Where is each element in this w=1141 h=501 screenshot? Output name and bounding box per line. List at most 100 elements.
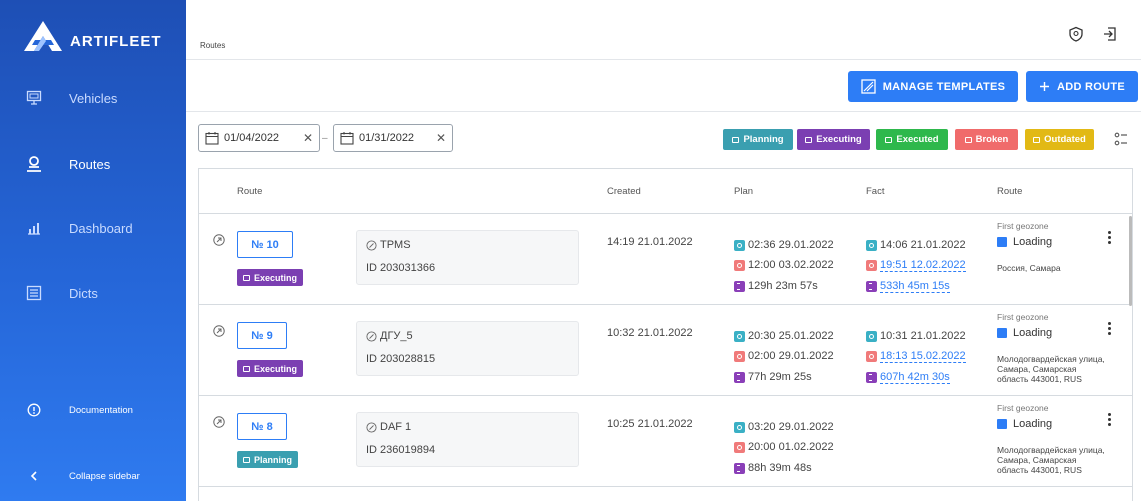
duration-icon [734,371,745,383]
duration-icon [866,281,877,292]
shield-icon[interactable] [1068,26,1084,42]
vehicle-name: DAF 1 [380,421,412,433]
geozone-address: Молодогвардейская улица, Самара, Самарск… [997,445,1105,475]
plus-icon [1039,81,1050,92]
vehicle-card[interactable]: TPMS ID 203031366 [356,230,579,285]
fact-end-link[interactable]: 19:51 12.02.2022 [866,259,966,272]
geozone-label: First geozone [997,221,1049,231]
column-header-plan[interactable]: Plan [734,186,753,197]
geozone-status: Loading [997,236,1052,248]
route-number-button[interactable]: № 10 [237,231,293,258]
vehicle-id: ID 203031366 [366,262,436,274]
column-header-created[interactable]: Created [607,186,641,197]
routes-icon [24,154,44,174]
end-time-icon [734,350,745,362]
duration-icon [866,372,877,383]
date-to-value: 01/31/2022 [359,132,415,144]
breadcrumb[interactable]: Routes [200,41,225,50]
geozone-status: Loading [997,418,1052,430]
route-direction-icon [213,416,225,428]
route-number-button[interactable]: № 9 [237,322,287,349]
table-row[interactable]: № 9 Executing ДГУ_5 ID 203028815 10:32 2… [199,305,1132,396]
date-to-field[interactable]: 01/31/2022 ✕ [333,124,453,152]
duration-icon [734,462,745,474]
manage-templates-button[interactable]: MANAGE TEMPLATES [848,71,1018,102]
sidebar-item-vehicles[interactable]: Vehicles [0,68,186,128]
documentation-label: Documentation [69,404,133,416]
documentation-link[interactable]: Documentation [0,380,186,440]
plan-end: 20:00 01.02.2022 [734,441,834,453]
plan-duration: 129h 23m 57s [734,280,818,292]
vehicle-card[interactable]: ДГУ_5 ID 203028815 [356,321,579,376]
status-icon [732,136,740,143]
more-options-icon[interactable] [1104,413,1114,429]
geozone-address: Молодогвардейская улица, Самара, Самарск… [997,354,1105,384]
status-square-icon [997,237,1007,247]
vehicle-icon [366,421,377,433]
sidebar-item-dicts[interactable]: Dicts [0,263,186,323]
fact-end-link[interactable]: 18:13 15.02.2022 [866,350,966,363]
more-options-icon[interactable] [1104,231,1114,247]
created-time: 10:32 21.01.2022 [607,327,693,339]
column-header-fact[interactable]: Fact [866,186,884,197]
clear-date-to-icon[interactable]: ✕ [436,131,446,145]
status-square-icon [997,419,1007,429]
status-badge: Planning [237,451,298,468]
column-header-route[interactable]: Route [237,186,262,197]
logo-text: ARTIFLEET [70,32,162,50]
table-row[interactable]: № 10 Executing TPMS ID 203031366 14:19 2… [199,214,1132,305]
filter-chip-broken[interactable]: Broken [955,129,1018,150]
vehicles-icon [24,88,44,108]
filter-chip-executed[interactable]: Executed [876,129,948,150]
column-settings-icon[interactable] [1113,131,1129,147]
vehicle-name: TPMS [380,239,411,251]
plan-start: 03:20 29.01.2022 [734,421,834,433]
app-logo[interactable]: ARTIFLEET [22,16,162,56]
geozone-address: Россия, Самара [997,263,1061,273]
plan-duration: 77h 29m 25s [734,371,812,383]
fact-duration-link[interactable]: 607h 42m 30s [866,371,950,384]
add-route-button[interactable]: ADD ROUTE [1026,71,1138,102]
sidebar-item-dashboard[interactable]: Dashboard [0,198,186,258]
plan-start: 02:36 29.01.2022 [734,239,834,251]
date-from-field[interactable]: 01/04/2022 ✕ [198,124,320,152]
plan-duration: 88h 39m 48s [734,462,812,474]
collapse-sidebar-label: Collapse sidebar [69,470,140,482]
fact-start: 14:06 21.01.2022 [866,239,966,251]
sidebar: ARTIFLEET Vehicles Routes Dashboard Dict… [0,0,186,501]
fact-start: 10:31 21.01.2022 [866,330,966,342]
start-time-icon [866,239,877,251]
created-time: 14:19 21.01.2022 [607,236,693,248]
sidebar-item-routes[interactable]: Routes [0,134,186,194]
route-direction-icon [213,234,225,246]
filter-chip-executing[interactable]: Executing [797,129,870,150]
vehicle-icon [366,330,377,342]
more-options-icon[interactable] [1104,322,1114,338]
filter-chip-planning[interactable]: Planning [723,129,793,150]
end-time-icon [866,351,877,362]
vehicle-card[interactable]: DAF 1 ID 236019894 [356,412,579,467]
vehicle-id: ID 236019894 [366,444,436,456]
vehicle-id: ID 203028815 [366,353,436,365]
start-time-icon [734,239,745,251]
dicts-icon [24,283,44,303]
fact-duration-link[interactable]: 533h 45m 15s [866,280,950,293]
plan-end: 02:00 29.01.2022 [734,350,834,362]
date-from-value: 01/04/2022 [224,132,280,144]
vehicle-icon [366,239,377,251]
collapse-sidebar-button[interactable]: Collapse sidebar [0,446,186,501]
add-route-label: ADD ROUTE [1056,80,1126,93]
end-time-icon [734,259,745,271]
filter-chip-outdated[interactable]: Outdated [1025,129,1094,150]
table-header: Route Created Plan Fact Route [199,169,1132,214]
plan-end: 12:00 03.02.2022 [734,259,834,271]
end-time-icon [734,441,745,453]
clear-date-from-icon[interactable]: ✕ [303,131,313,145]
status-square-icon [997,328,1007,338]
route-number-button[interactable]: № 8 [237,413,287,440]
logout-icon[interactable] [1102,26,1118,42]
scrollbar-thumb[interactable] [1129,216,1132,306]
chevron-left-icon [24,466,44,486]
table-row[interactable]: № 8 Planning DAF 1 ID 236019894 10:25 21… [199,396,1132,487]
column-header-route-geozone[interactable]: Route [997,186,1022,197]
